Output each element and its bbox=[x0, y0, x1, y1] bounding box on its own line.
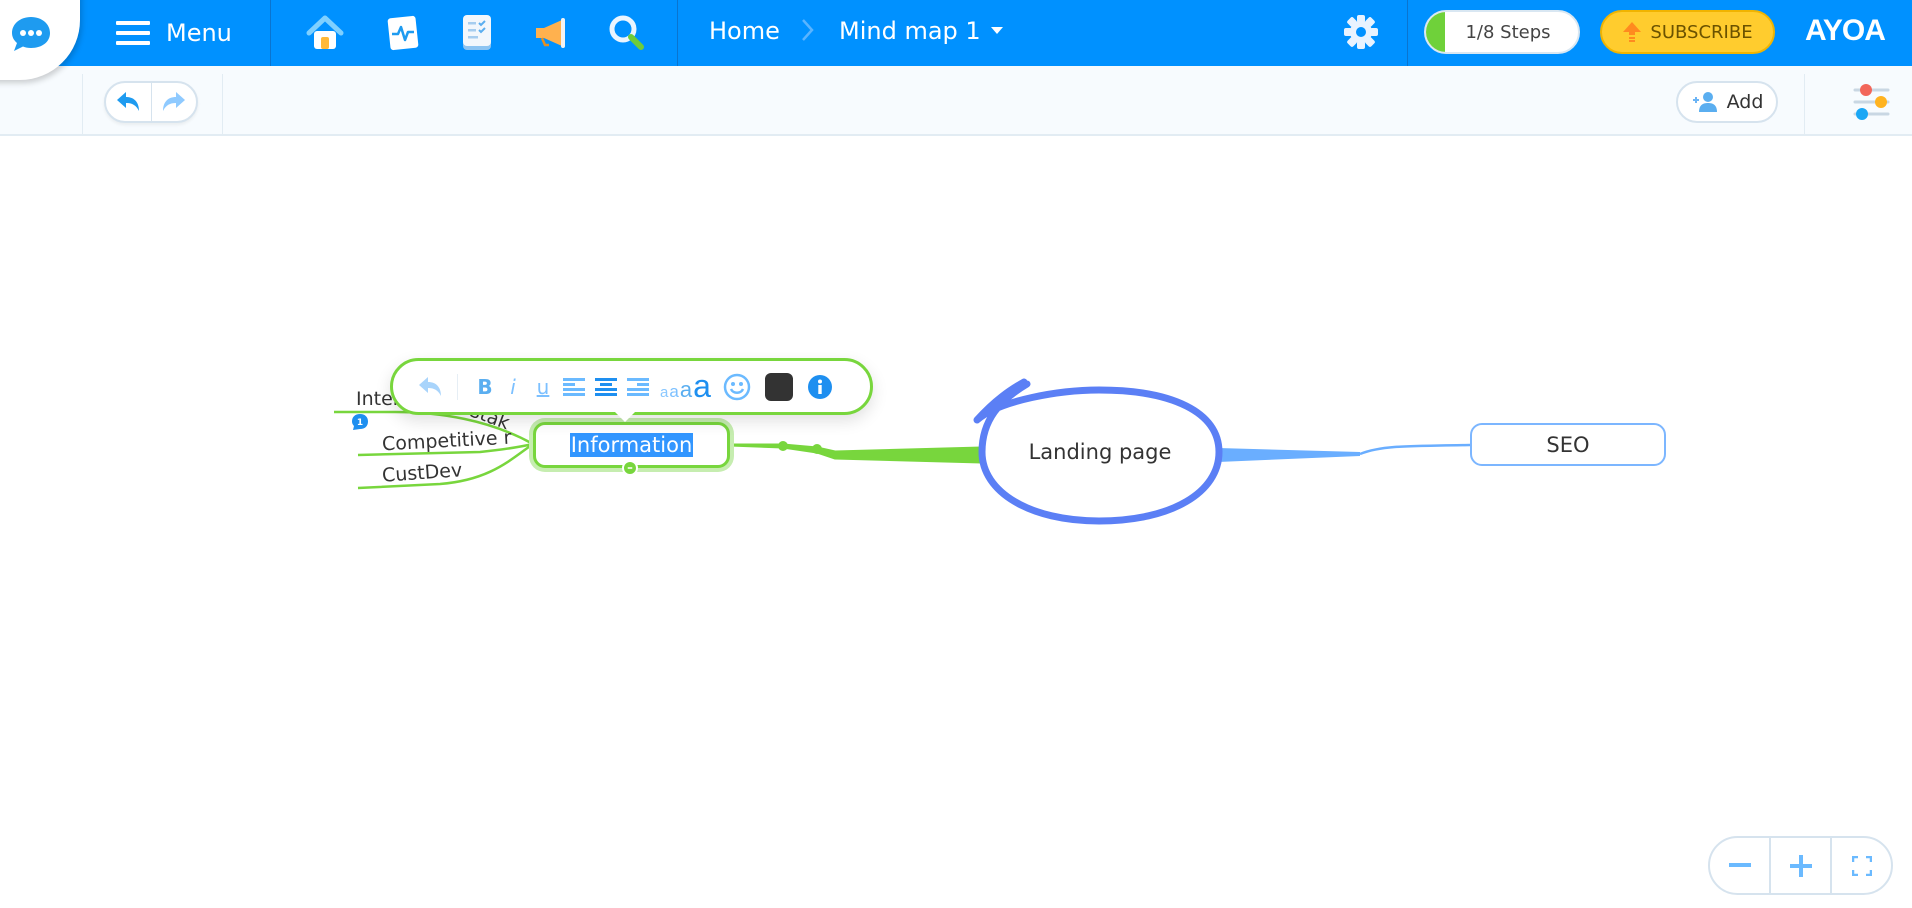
fullscreen-icon bbox=[1851, 855, 1872, 876]
chat-bubble-icon[interactable] bbox=[10, 14, 52, 54]
central-node-landing-page[interactable]: Landing page bbox=[1000, 440, 1200, 464]
zoom-controls bbox=[1708, 836, 1893, 895]
mind-map-canvas[interactable]: Inter stak Competitive r CustDev 1 Infor… bbox=[0, 138, 1912, 908]
font-size-small[interactable]: a bbox=[660, 384, 668, 401]
minus-icon bbox=[1728, 862, 1751, 867]
font-size-large[interactable]: a bbox=[680, 377, 692, 403]
comment-badge-icon[interactable]: 1 bbox=[351, 413, 369, 431]
align-center-icon bbox=[595, 377, 617, 396]
link-handle bbox=[778, 441, 788, 451]
zoom-out-button[interactable] bbox=[1710, 838, 1769, 893]
info-icon bbox=[807, 374, 832, 399]
zoom-in-button[interactable] bbox=[1769, 838, 1830, 893]
align-center-button[interactable] bbox=[590, 377, 622, 396]
node-information-text[interactable]: Information bbox=[569, 433, 694, 457]
text-format-toolbar: B i u a a a a bbox=[390, 358, 873, 422]
collapse-branch-icon[interactable] bbox=[622, 460, 638, 476]
node-seo[interactable]: SEO bbox=[1470, 423, 1666, 466]
branch-link-seo bbox=[1218, 448, 1360, 462]
info-button[interactable] bbox=[807, 374, 833, 400]
undo-icon bbox=[419, 376, 441, 396]
smiley-icon bbox=[723, 373, 751, 400]
text-color-button[interactable] bbox=[764, 372, 793, 401]
underline-button[interactable]: u bbox=[528, 375, 558, 399]
emoji-button[interactable] bbox=[723, 373, 751, 401]
comment-count: 1 bbox=[357, 418, 363, 428]
link-handle bbox=[812, 444, 822, 454]
font-size-picker: a a a a bbox=[660, 368, 711, 405]
font-size-medium[interactable]: a bbox=[669, 382, 678, 402]
align-left-icon bbox=[563, 377, 585, 396]
font-size-xlarge[interactable]: a bbox=[693, 368, 711, 405]
fit-to-screen-button[interactable] bbox=[1830, 838, 1891, 893]
italic-button[interactable]: i bbox=[498, 375, 528, 399]
plus-icon bbox=[1789, 854, 1812, 877]
align-left-button[interactable] bbox=[558, 377, 590, 396]
bold-button[interactable]: B bbox=[472, 375, 498, 399]
format-undo-button[interactable] bbox=[417, 376, 443, 398]
branch-link-information bbox=[729, 443, 982, 464]
align-right-icon bbox=[627, 377, 649, 396]
divider bbox=[457, 373, 458, 400]
node-seo-text: SEO bbox=[1546, 432, 1590, 457]
color-swatch bbox=[764, 372, 793, 401]
align-right-button[interactable] bbox=[622, 377, 654, 396]
